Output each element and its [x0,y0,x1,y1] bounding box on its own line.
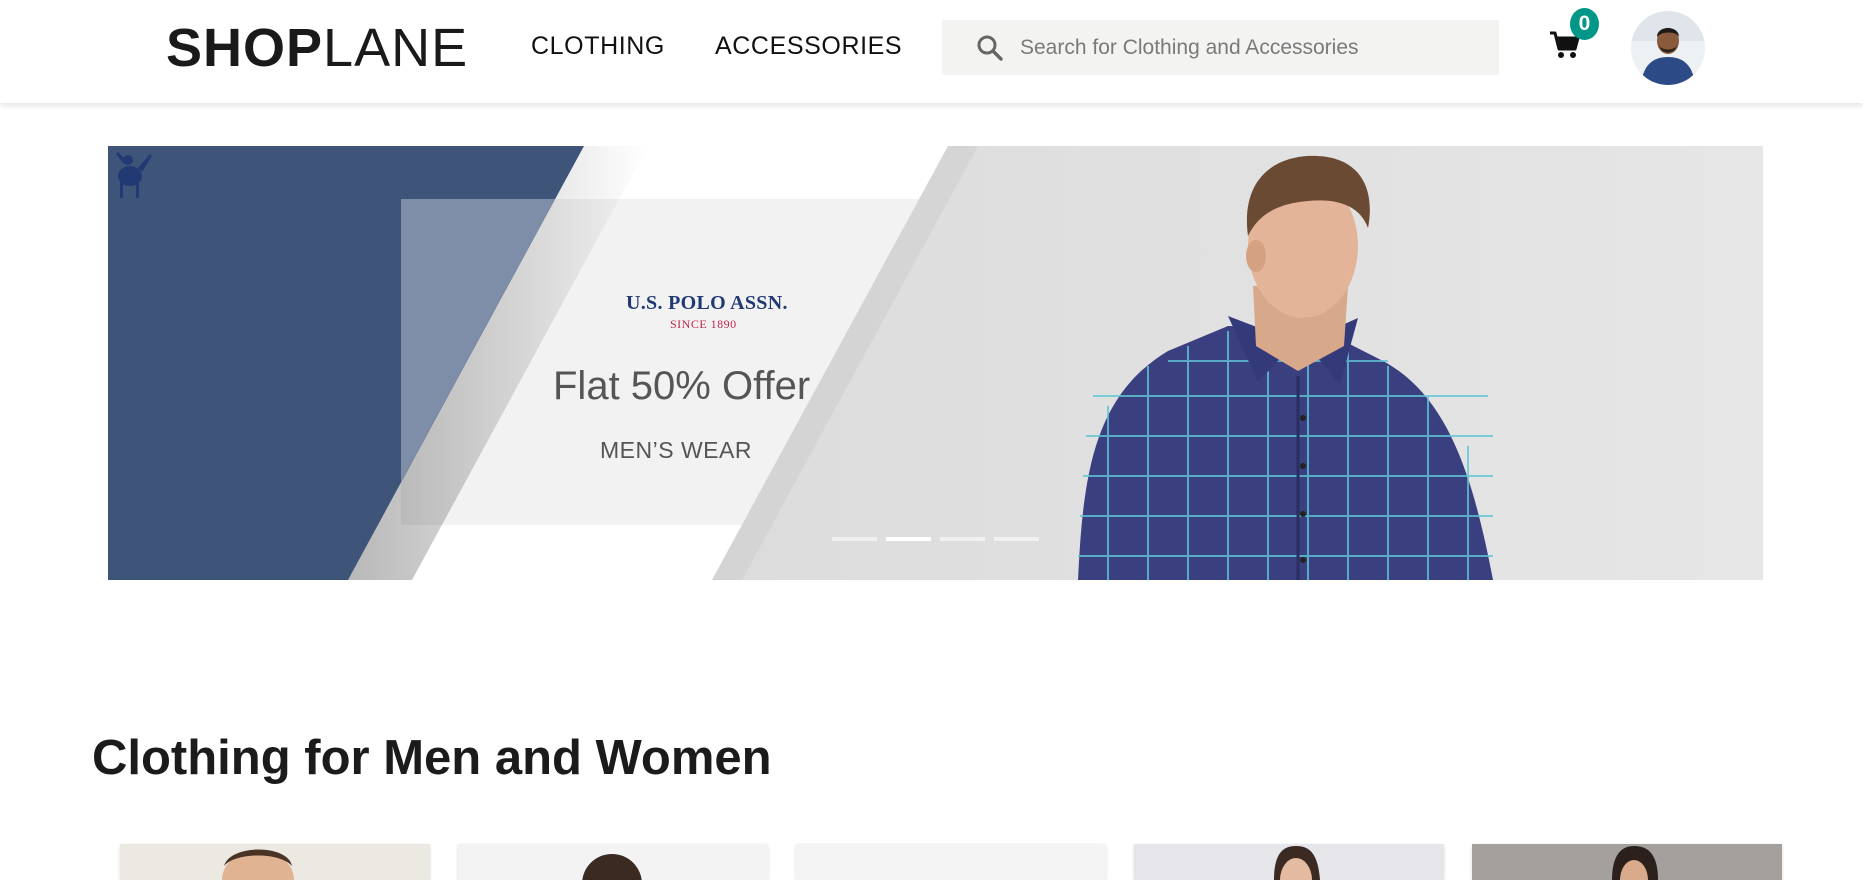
offer-subline: MEN’S WEAR [600,437,752,463]
section-title: Clothing for Men and Women [92,731,772,785]
search-input[interactable] [1020,20,1480,75]
search-bar [942,20,1499,75]
carousel-dot[interactable] [940,537,985,541]
promo-banner[interactable]: U.S. POLO ASSN. SINCE 1890 Flat 50% Offe… [108,146,1763,580]
brand-name: U.S. POLO ASSN. [626,292,788,314]
product-card[interactable] [458,844,768,880]
banner-artwork [108,146,1763,580]
nav-clothing[interactable]: CLOTHING [531,31,665,61]
cart-count-badge: 0 [1570,8,1599,40]
carousel-dot[interactable] [832,537,877,541]
carousel-dot-active[interactable] [886,537,931,541]
brand-since: SINCE 1890 [670,317,737,331]
logo-text-light: LANE [323,18,469,78]
product-grid [120,844,1782,880]
product-card[interactable] [120,844,430,880]
offer-headline: Flat 50% Offer [553,364,811,408]
user-avatar[interactable] [1631,11,1705,85]
product-card[interactable] [796,844,1106,880]
nav-accessories[interactable]: ACCESSORIES [715,31,902,61]
product-card[interactable] [1134,844,1444,880]
top-header: SHOPLANE CLOTHING ACCESSORIES 0 [0,0,1863,103]
shoplane-logo[interactable]: SHOPLANE [166,18,468,78]
us-polo-logo-icon [116,152,152,198]
search-icon[interactable] [976,34,1004,62]
product-card[interactable] [1472,844,1782,880]
carousel-indicators [832,537,1039,541]
logo-text-bold: SHOP [166,18,324,78]
carousel-dot[interactable] [994,537,1039,541]
